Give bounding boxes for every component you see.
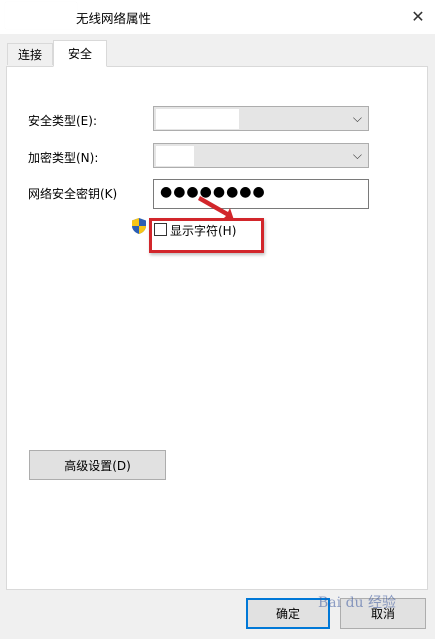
security-type-dropdown[interactable]: ⌵ xyxy=(153,106,369,131)
security-type-label: 安全类型(E): xyxy=(28,114,97,128)
close-button[interactable]: ✕ xyxy=(405,4,431,28)
chevron-down-icon: ⌵ xyxy=(352,148,362,162)
window-title: 无线网络属性 xyxy=(76,11,152,26)
network-key-input[interactable]: ●●●●●●●● xyxy=(153,179,369,209)
chevron-down-icon: ⌵ xyxy=(352,111,362,125)
security-type-value xyxy=(156,109,239,129)
tab-security[interactable]: 安全 xyxy=(53,40,107,67)
uac-shield-icon xyxy=(132,218,146,234)
watermark: Bai du 经验 xyxy=(318,595,396,611)
advanced-settings-button[interactable]: 高级设置(D) xyxy=(29,450,166,480)
close-icon: ✕ xyxy=(411,6,425,26)
network-key-label: 网络安全密钥(K) xyxy=(28,187,118,201)
annotation-highlight-box xyxy=(149,218,264,253)
encryption-type-label: 加密类型(N): xyxy=(28,151,99,165)
encryption-type-value xyxy=(156,146,194,166)
encryption-type-dropdown[interactable]: ⌵ xyxy=(153,143,369,168)
title-icon-mask xyxy=(5,2,77,29)
tab-connection[interactable]: 连接 xyxy=(7,43,53,65)
